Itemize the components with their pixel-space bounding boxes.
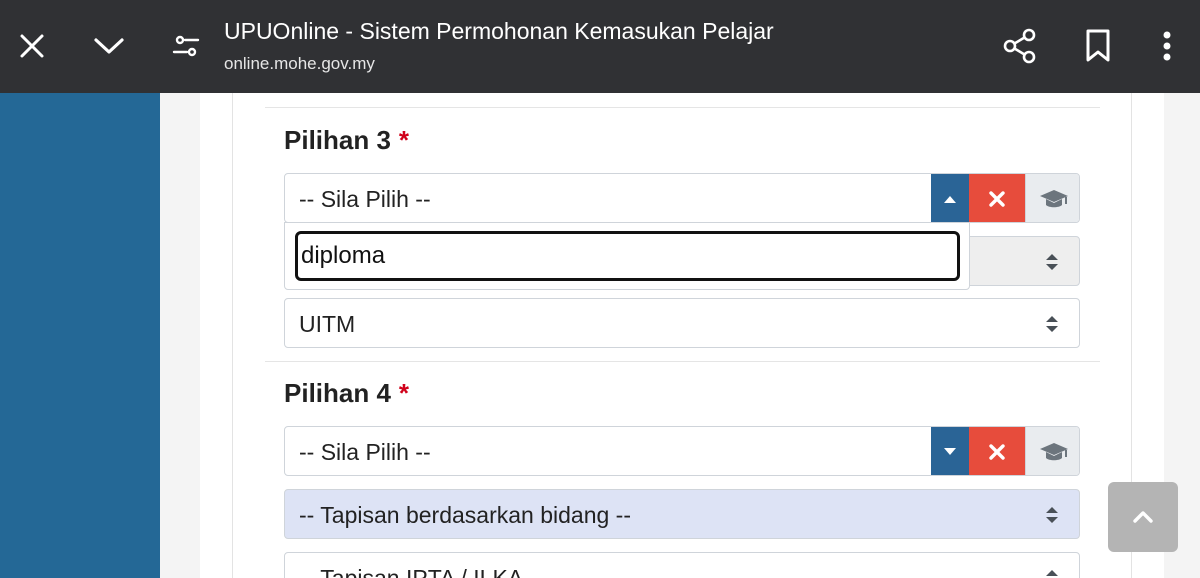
sort-arrows-icon [1046, 570, 1058, 576]
pilihan-4-bidang-filter[interactable]: -- Tapisan berdasarkan bidang -- [284, 489, 1080, 539]
close-icon[interactable] [14, 28, 50, 64]
more-options-icon[interactable] [1154, 28, 1180, 64]
caret-up-icon [944, 196, 956, 203]
chevron-up-icon [1133, 511, 1153, 523]
pilihan-4-heading: Pilihan 4 * [284, 378, 409, 409]
pilihan-3-label: Pilihan 3 [284, 125, 391, 155]
course-search-input[interactable] [295, 231, 960, 281]
graduation-cap-icon [1039, 443, 1068, 461]
course-select-value: -- Sila Pilih -- [299, 439, 431, 465]
course-select-value: -- Sila Pilih -- [299, 186, 431, 212]
browser-toolbar: UPUOnline - Sistem Permohonan Kemasukan … [0, 0, 1200, 93]
clear-button[interactable] [969, 174, 1025, 222]
close-icon [989, 191, 1005, 207]
pilihan-4-label: Pilihan 4 [284, 378, 391, 408]
side-panel [0, 93, 160, 578]
caret-down-icon [944, 448, 956, 455]
required-marker: * [398, 378, 410, 408]
divider [265, 361, 1100, 362]
sort-arrows-icon [1046, 316, 1058, 332]
ipta-select-value: UITM [299, 311, 356, 337]
chevron-down-icon[interactable] [90, 28, 128, 64]
pilihan-3-ipta-select[interactable]: UITM [284, 298, 1080, 348]
page-settings-icon[interactable] [170, 30, 202, 62]
required-marker: * [398, 125, 410, 155]
course-info-button[interactable] [1025, 174, 1079, 222]
close-icon [989, 444, 1005, 460]
share-icon[interactable] [1000, 26, 1040, 66]
page-background [160, 93, 200, 578]
dropdown-toggle-button[interactable] [931, 427, 969, 475]
course-info-button[interactable] [1025, 427, 1079, 475]
dropdown-toggle-button[interactable] [931, 174, 969, 222]
bidang-filter-value: -- Tapisan berdasarkan bidang -- [299, 502, 631, 528]
scroll-to-top-button[interactable] [1108, 482, 1178, 552]
sort-arrows-icon [1046, 507, 1058, 523]
ipta-filter-value: -- Tapisan IPTA / ILKA -- [299, 565, 544, 578]
pilihan-3-heading: Pilihan 3 * [284, 125, 409, 156]
pilihan-4-ipta-filter[interactable]: -- Tapisan IPTA / ILKA -- [284, 552, 1080, 578]
bookmark-icon[interactable] [1080, 26, 1116, 66]
graduation-cap-icon [1039, 190, 1068, 208]
sort-arrows-icon [1046, 254, 1058, 270]
pilihan-3-course-select[interactable]: -- Sila Pilih -- [284, 173, 1080, 223]
divider [265, 107, 1100, 108]
clear-button[interactable] [969, 427, 1025, 475]
pilihan-4-course-select[interactable]: -- Sila Pilih -- [284, 426, 1080, 476]
browser-page-title: UPUOnline - Sistem Permohonan Kemasukan … [224, 18, 774, 44]
browser-url[interactable]: online.mohe.gov.my [224, 54, 375, 74]
